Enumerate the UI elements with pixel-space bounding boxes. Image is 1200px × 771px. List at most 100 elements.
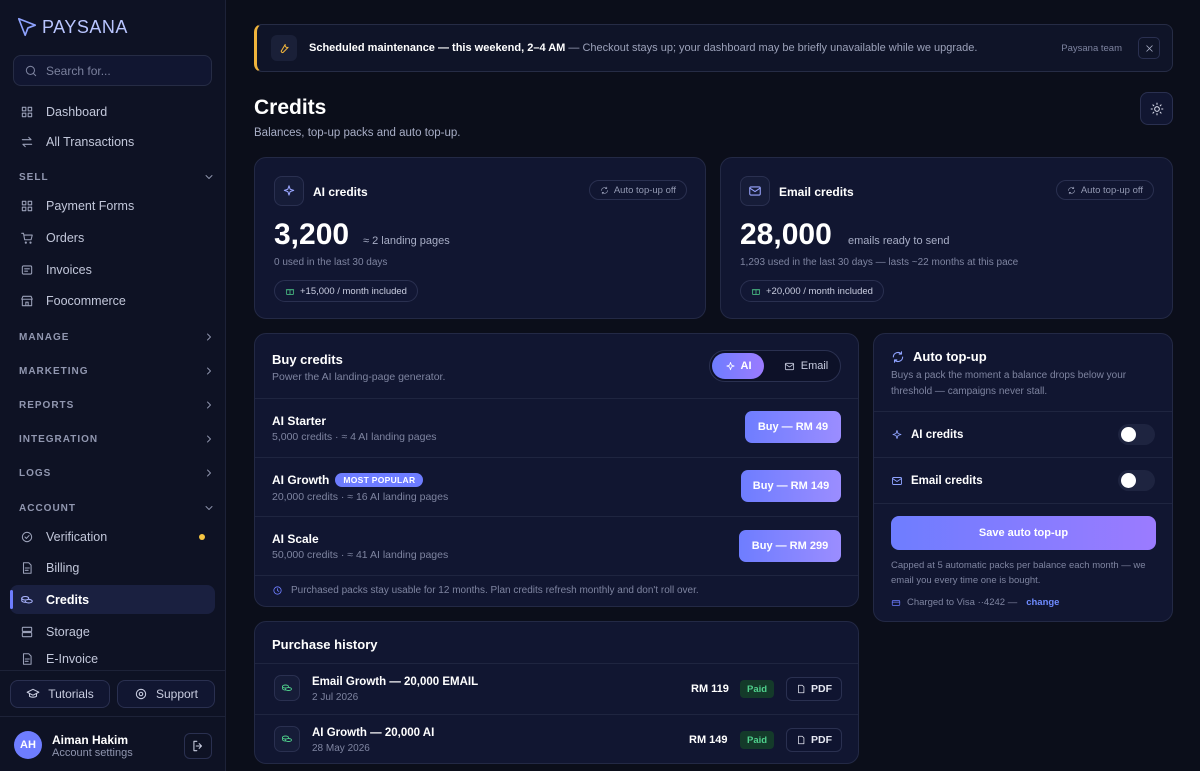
pack-name: AI Growth [272,473,330,487]
email-auto-topup-status[interactable]: Auto top-up off [1055,180,1154,200]
ai-credits-used: 0 used in the last 30 days [274,257,388,268]
ai-credits-unit: ≈ 2 landing pages [363,235,450,247]
buy-credits-title: Buy credits [272,352,343,367]
tutorials-button[interactable]: Tutorials [10,680,110,708]
file-icon [796,684,806,694]
credit-type-switch: AI Email [709,350,841,382]
lifebuoy-icon [134,687,148,701]
section-account[interactable]: ACCOUNT [19,502,215,514]
ai-included-badge: +15,000 / month included [274,280,418,302]
sidebar-item-storage[interactable]: Storage [10,617,215,646]
account-settings-link[interactable]: Account settings [52,747,133,759]
graduation-cap-icon [26,687,40,701]
sidebar-item-e-invoice[interactable]: E-Invoice [10,648,215,670]
status-badge: Paid [740,731,775,749]
pdf-download-button[interactable]: PDF [786,677,842,701]
sidebar: PAYSANA Dashboard All Transactions SELL … [0,0,226,771]
sidebar-item-billing[interactable]: Billing [10,553,215,582]
email-credits-toggle[interactable] [1118,470,1155,491]
ai-credits-toggle[interactable] [1118,424,1155,445]
arrows-icon [20,135,34,149]
coins-glyph [281,682,293,694]
sparkle-icon [891,429,903,441]
charged-text: Charged to Visa ··4242 — [907,597,1018,608]
gift-icon [751,286,761,296]
pdf-download-button[interactable]: PDF [786,728,842,752]
tab-ai-label: AI [740,360,752,372]
chevron-right-icon [203,365,215,377]
sun-icon [1150,102,1164,116]
section-label: MANAGE [19,331,70,343]
sidebar-item-all-transactions[interactable]: All Transactions [10,127,215,156]
purchase-history-title: Purchase history [272,637,378,652]
save-auto-topup-button[interactable]: Save auto top-up [891,516,1156,550]
sidebar-item-verification[interactable]: Verification [10,522,215,551]
toggle-label-text: Email credits [911,475,983,487]
ai-credits-title: AI credits [313,185,368,199]
section-reports[interactable]: REPORTS [19,399,215,411]
section-label: SELL [19,171,49,183]
chevron-down-icon [203,502,215,514]
banner-close-button[interactable] [1138,37,1160,59]
check-circle-icon [20,530,34,544]
sidebar-item-label: Billing [46,560,80,575]
tab-email[interactable]: Email [776,353,836,379]
sidebar-item-credits[interactable]: Credits [10,585,215,614]
buy-ai-starter-button[interactable]: Buy — RM 49 [745,411,841,443]
buy-ai-growth-button[interactable]: Buy — RM 149 [741,470,841,502]
buy-credits-subtitle: Power the AI landing-page generator. [272,371,446,383]
toggle-label-text: AI credits [911,429,964,441]
charged-card-info: Charged to Visa ··4242 — change [891,597,1059,608]
paysana-logo[interactable]: PAYSANA [16,16,128,38]
gift-icon [285,286,295,296]
section-label: INTEGRATION [19,433,99,445]
user-panel[interactable]: AH Aiman Hakim Account settings [0,716,226,771]
purchase-date: 28 May 2026 [312,743,370,754]
purchase-amount: RM 119 [691,683,729,695]
section-label: REPORTS [19,399,75,411]
divider [255,398,858,399]
logout-button[interactable] [184,733,212,759]
sidebar-item-label: Credits [46,592,90,607]
section-label: LOGS [19,467,52,479]
auto-topup-title: Auto top-up [891,349,987,364]
section-manage[interactable]: MANAGE [19,331,215,343]
purchase-date: 2 Jul 2026 [312,692,359,703]
theme-toggle-button[interactable] [1140,92,1173,125]
sidebar-item-payment-forms[interactable]: Payment Forms [10,191,215,220]
purchase-history-card: Purchase history Email Growth — 20,000 E… [254,621,859,764]
chevron-right-icon [203,467,215,479]
sidebar-item-label: Dashboard [46,104,108,119]
purchase-name: AI Growth — 20,000 AI [312,727,435,739]
chevron-right-icon [203,433,215,445]
refresh-icon [891,350,905,364]
search-input[interactable] [46,63,196,78]
mail-glyph [748,184,762,198]
section-sell[interactable]: SELL [19,171,215,183]
maintenance-banner: Scheduled maintenance — this weekend, 2–… [254,24,1173,72]
search-box[interactable] [13,55,212,86]
tab-ai[interactable]: AI [712,353,764,379]
sidebar-item-invoices[interactable]: Invoices [10,255,215,284]
status-badge: Paid [740,680,775,698]
sidebar-divider [0,670,226,671]
divider [874,411,1172,412]
change-card-link[interactable]: change [1026,597,1059,608]
sidebar-item-label: E-Invoice [46,652,99,666]
sidebar-item-foocommerce[interactable]: Foocommerce [10,286,215,315]
section-marketing[interactable]: MARKETING [19,365,215,377]
grid-icon [20,105,34,119]
mail-icon [784,361,795,372]
sidebar-item-dashboard[interactable]: Dashboard [10,97,215,126]
sidebar-item-orders[interactable]: Orders [10,223,215,252]
divider [255,663,858,664]
email-credits-unit: emails ready to send [848,235,950,247]
invoice-icon [20,263,34,277]
section-integration[interactable]: INTEGRATION [19,433,215,445]
buy-ai-scale-button[interactable]: Buy — RM 299 [739,530,841,562]
section-logs[interactable]: LOGS [19,467,215,479]
sparkle-icon [274,176,304,206]
ai-auto-topup-status[interactable]: Auto top-up off [588,180,687,200]
support-button[interactable]: Support [117,680,215,708]
packs-note-text: Purchased packs stay usable for 12 month… [291,585,699,596]
